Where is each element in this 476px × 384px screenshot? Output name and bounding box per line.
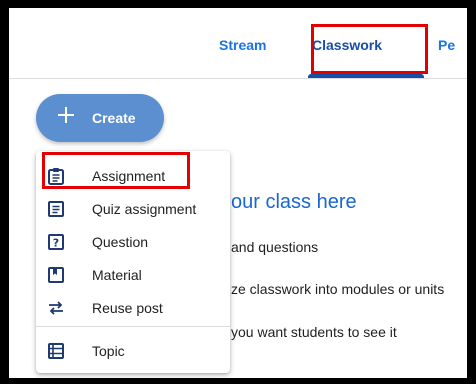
menu-item-label: Reuse post — [92, 300, 163, 316]
topic-icon — [48, 343, 64, 359]
quiz-icon — [48, 201, 64, 217]
empty-state-line: and questions — [231, 239, 319, 255]
highlight-box-assignment — [42, 152, 190, 189]
svg-text:?: ? — [53, 237, 59, 250]
reuse-icon — [49, 301, 63, 315]
menu-item-label: Quiz assignment — [92, 201, 197, 217]
menu-item-material[interactable]: Material — [36, 260, 230, 291]
menu-item-label: Question — [92, 234, 149, 250]
menu-divider — [36, 326, 230, 327]
tab-people[interactable]: Pe — [438, 37, 455, 53]
classroom-page: Stream Classwork Pe our class here and q… — [9, 8, 467, 378]
menu-item-label: Topic — [92, 343, 125, 359]
material-icon — [48, 267, 64, 283]
menu-item-question[interactable]: ? Question — [36, 227, 230, 258]
menu-item-topic[interactable]: Topic — [36, 336, 230, 367]
question-icon: ? — [48, 234, 64, 250]
menu-item-quiz-assignment[interactable]: Quiz assignment — [36, 194, 230, 225]
empty-state-line: ze classwork into modules or units — [231, 281, 445, 297]
highlight-box-classwork — [311, 24, 428, 74]
create-button[interactable]: Create — [36, 94, 164, 142]
plus-icon — [58, 107, 74, 123]
active-tab-indicator — [308, 74, 424, 78]
empty-state-line: you want students to see it — [231, 324, 397, 340]
screenshot-frame: Stream Classwork Pe our class here and q… — [0, 0, 476, 384]
menu-item-label: Material — [92, 267, 142, 283]
empty-state-title: our class here — [231, 191, 357, 213]
menu-item-reuse-post[interactable]: Reuse post — [36, 293, 230, 324]
create-button-label: Create — [92, 110, 136, 126]
tab-stream[interactable]: Stream — [219, 37, 266, 53]
